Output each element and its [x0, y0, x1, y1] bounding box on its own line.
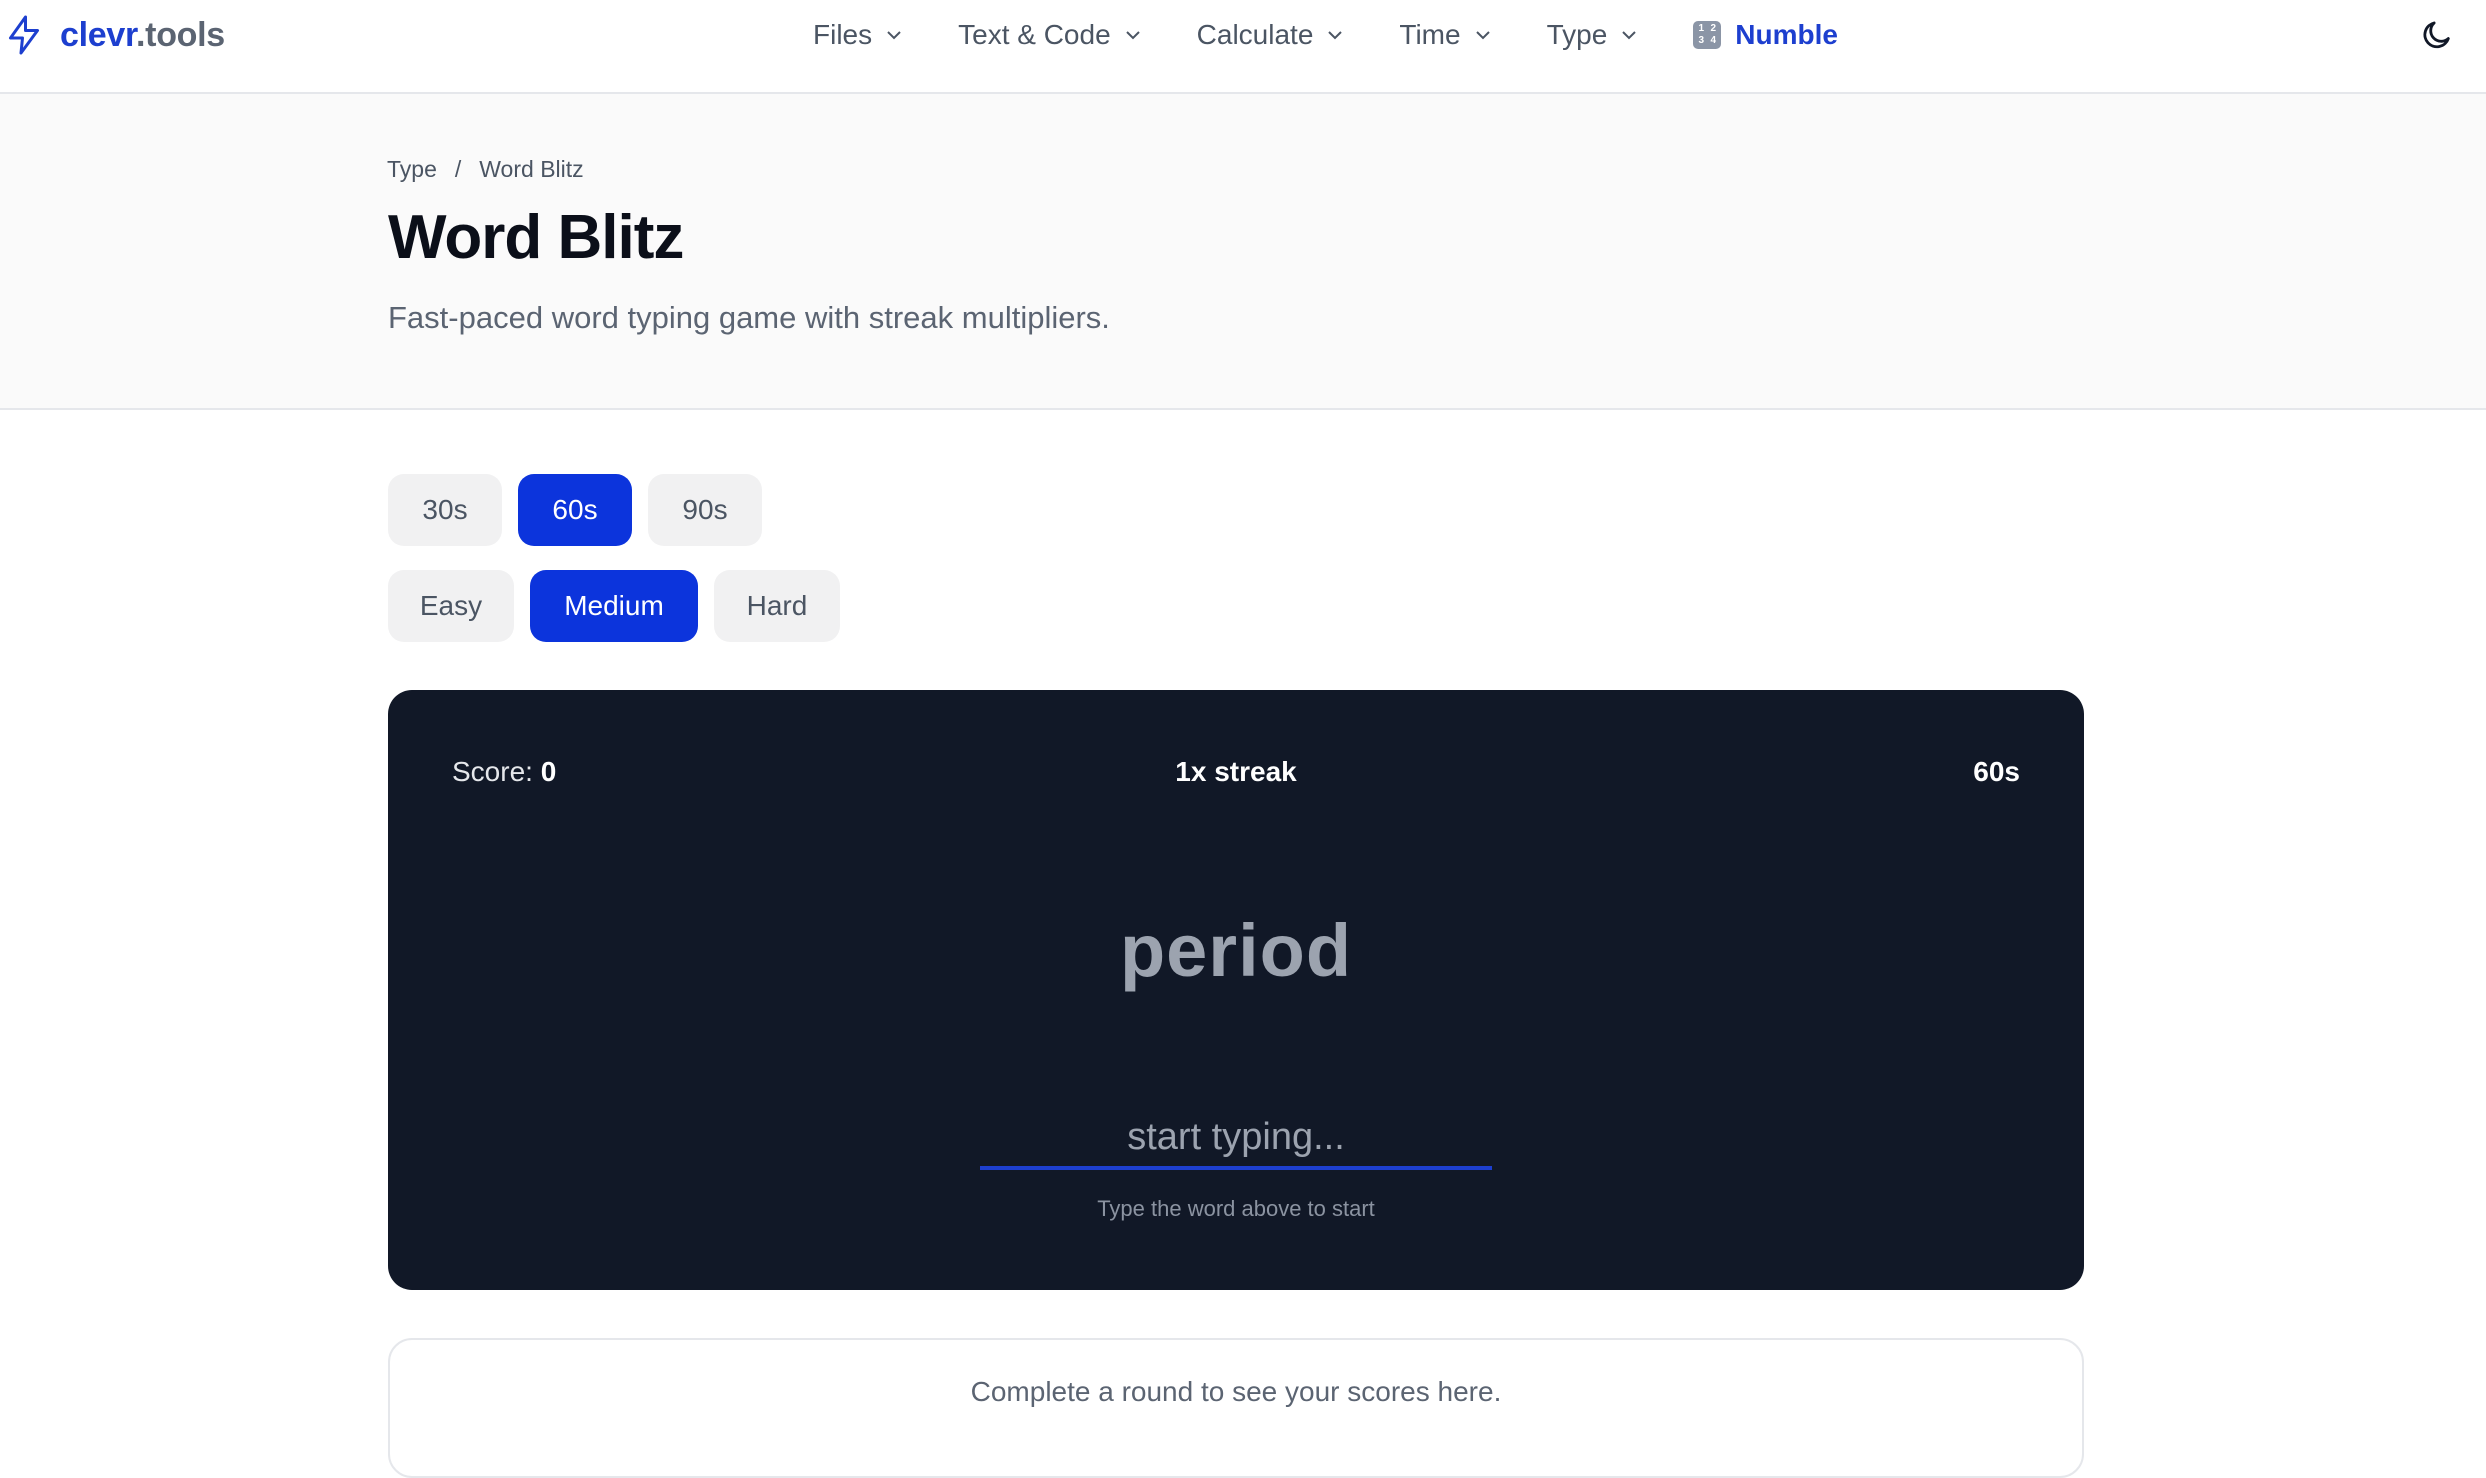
difficulty-options: Easy Medium Hard — [388, 570, 840, 642]
numble-icon: 1234 — [1693, 21, 1722, 49]
nav-files[interactable]: Files — [813, 19, 902, 51]
duration-options: 30s 60s 90s — [388, 474, 762, 546]
nav-numble[interactable]: 1234 Numble — [1693, 19, 1838, 51]
chevron-down-icon — [1475, 31, 1490, 40]
nav-label: Type — [1546, 19, 1608, 50]
nav-label: Files — [813, 19, 873, 50]
site-logo[interactable]: clevr.tools — [6, 12, 225, 58]
difficulty-medium-button[interactable]: Medium — [530, 570, 698, 642]
logo-primary: clevr — [60, 15, 137, 54]
chevron-down-icon — [887, 31, 901, 40]
page-subtitle: Fast-paced word typing game with streak … — [388, 300, 1110, 335]
main-nav: Files Text & Code Calculate Time Type 12… — [813, 12, 1838, 58]
game-panel: Score: 0 1x streak 60s period Type the w… — [388, 690, 2084, 1290]
nav-label: Time — [1399, 19, 1461, 50]
scores-panel: Complete a round to see your scores here… — [388, 1338, 2084, 1478]
duration-90s-button[interactable]: 90s — [648, 474, 762, 546]
nav-calculate[interactable]: Calculate — [1197, 19, 1344, 51]
logo-secondary: .tools — [136, 15, 225, 54]
typing-input[interactable] — [980, 1108, 1492, 1170]
nav-text-code[interactable]: Text & Code — [958, 19, 1141, 51]
nav-type[interactable]: Type — [1547, 19, 1638, 51]
nav-time[interactable]: Time — [1399, 19, 1490, 51]
chevron-down-icon — [1622, 31, 1636, 40]
breadcrumb-separator: / — [454, 156, 462, 182]
page-hero: Type / Word Blitz Word Blitz Fast-paced … — [0, 94, 2486, 410]
logo-text: clevr.tools — [60, 16, 225, 55]
nav-label: Calculate — [1196, 19, 1314, 50]
chevron-down-icon — [1125, 31, 1140, 40]
scores-empty-message: Complete a round to see your scores here… — [970, 1376, 1502, 1407]
duration-30s-button[interactable]: 30s — [388, 474, 502, 546]
moon-icon[interactable] — [2420, 18, 2454, 52]
lightning-icon — [9, 15, 39, 55]
breadcrumb-current: Word Blitz — [479, 156, 584, 182]
duration-60s-button[interactable]: 60s — [518, 474, 632, 546]
typing-hint: Type the word above to start — [1097, 1196, 1375, 1221]
page-title: Word Blitz — [388, 203, 684, 272]
streak-multiplier: 1x streak — [1175, 756, 1297, 787]
chevron-down-icon — [1328, 31, 1343, 40]
breadcrumb: Type / Word Blitz — [387, 156, 584, 183]
breadcrumb-parent[interactable]: Type — [387, 156, 437, 183]
top-navbar: clevr.tools Files Text & Code Calculate … — [0, 0, 2486, 94]
difficulty-hard-button[interactable]: Hard — [714, 570, 840, 642]
target-word: period — [1119, 909, 1353, 992]
nav-numble-label: Numble — [1735, 19, 1838, 50]
difficulty-easy-button[interactable]: Easy — [388, 570, 514, 642]
time-remaining: 60s — [1973, 756, 2020, 787]
nav-label: Text & Code — [958, 19, 1111, 50]
